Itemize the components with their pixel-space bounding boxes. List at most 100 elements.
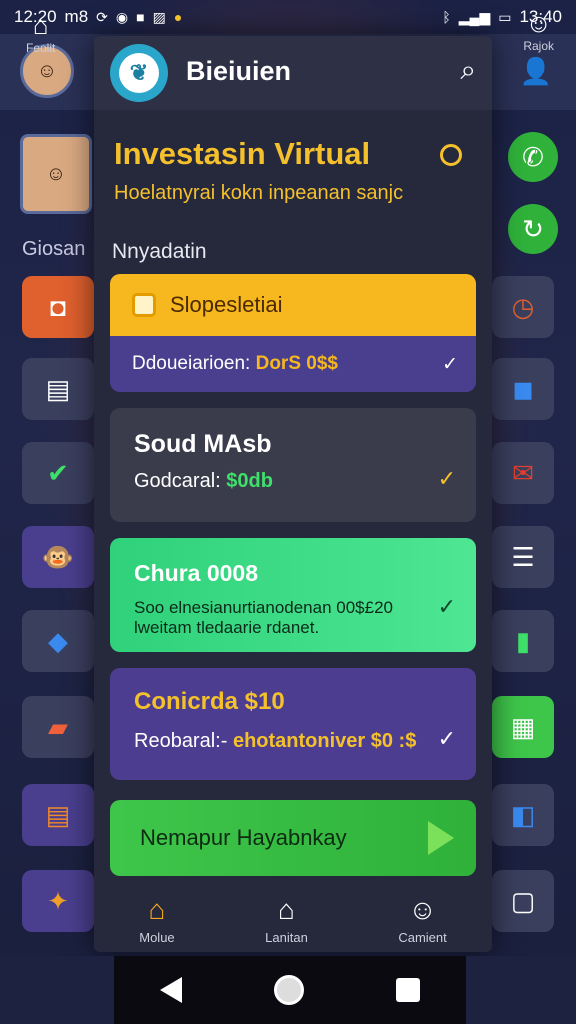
drawer-title: Bieiuien bbox=[186, 56, 292, 86]
notes-icon: ▤ bbox=[45, 799, 71, 830]
gift-icon: ⌂ bbox=[278, 893, 295, 925]
right-tile-sheet[interactable]: ▦ bbox=[492, 696, 554, 758]
card-1-value: DorS 0$$ bbox=[255, 353, 338, 374]
play-arrow-icon bbox=[428, 821, 454, 855]
bluetooth-icon: ᛒ bbox=[442, 9, 451, 25]
image-icon: ▨ bbox=[152, 8, 166, 25]
back-icon[interactable] bbox=[160, 977, 182, 1003]
refresh-icon: ↻ bbox=[522, 213, 544, 244]
app-logo: ❦ bbox=[110, 44, 168, 102]
nav-label-gift: Lanitan bbox=[265, 929, 308, 945]
battery-icon: ▭ bbox=[498, 8, 512, 25]
monkey-icon: 🐵 bbox=[41, 541, 75, 572]
left-tile-shield[interactable]: ◆ bbox=[22, 610, 94, 672]
right-tile-mail[interactable]: ✉ bbox=[492, 442, 554, 504]
bottom-right-label: Rajok bbox=[523, 39, 554, 53]
section-label: Nnyadatin bbox=[112, 240, 207, 263]
nav-item-gift[interactable]: ⌂ Lanitan bbox=[265, 894, 308, 945]
right-tile-wallet[interactable]: ◧ bbox=[492, 784, 554, 846]
left-tile-puzzle[interactable]: ✦ bbox=[22, 870, 94, 932]
invest-title: Investasin Virtual bbox=[114, 136, 371, 171]
status-bar: 12:20 m8 ⟳ ◉ ■ ▨ ● ᛒ ▂▄▆ ▭ 13:40 bbox=[0, 0, 576, 34]
card-1-line: Ddoueiarioen: DorS 0$$ bbox=[132, 353, 338, 375]
right-tile-chart[interactable]: ▮ bbox=[492, 610, 554, 672]
stack-icon: ☰ bbox=[511, 541, 535, 572]
bottom-left-label: Feolit bbox=[26, 41, 56, 55]
cube-icon: ◼ bbox=[512, 373, 534, 404]
chat-icon: ☺ bbox=[408, 893, 437, 925]
primary-action-button[interactable]: Nemapur Hayabnkay bbox=[110, 800, 476, 876]
nav-item-chat[interactable]: ☺ Camient bbox=[398, 894, 446, 945]
left-tile-monkey[interactable]: 🐵 bbox=[22, 526, 94, 588]
wallet-icon: ◧ bbox=[510, 799, 536, 830]
puzzle-icon: ✦ bbox=[47, 885, 69, 916]
card-4-title: Conicrda $10 bbox=[134, 688, 285, 715]
check-circle-icon: ✔ bbox=[47, 457, 69, 488]
left-tile-photo[interactable]: ▰ bbox=[22, 696, 94, 758]
card-4-label: Reobaral:- bbox=[134, 730, 228, 752]
home-button-icon[interactable] bbox=[274, 975, 304, 1005]
nav-label-home: Molue bbox=[139, 929, 175, 945]
sync-icon: ⟳ bbox=[96, 8, 108, 25]
shield-app-icon: ◆ bbox=[48, 625, 68, 656]
status-time-right: 13:40 bbox=[519, 7, 562, 26]
mail-icon: ✉ bbox=[512, 457, 534, 488]
cta-label: Nemapur Hayabnkay bbox=[140, 825, 347, 850]
right-tile-refresh[interactable]: ↻ bbox=[508, 204, 558, 254]
card-chip-icon bbox=[132, 293, 156, 317]
check-icon: ✓ bbox=[437, 594, 456, 619]
left-tile-notes[interactable]: ▤ bbox=[22, 784, 94, 846]
shield-icon: ◉ bbox=[115, 8, 129, 25]
option-card-2[interactable]: Soud MAsb Godcaral: $0db ✓ bbox=[110, 408, 476, 522]
status-right: ᛒ ▂▄▆ ▭ 13:40 bbox=[442, 7, 562, 27]
signal-icon: ▂▄▆ bbox=[458, 8, 491, 25]
option-card-1[interactable]: Slopesletiai Ddoueiarioen: DorS 0$$ ✓ bbox=[110, 274, 476, 392]
home-icon: ⌂ bbox=[148, 893, 166, 925]
card-2-value: $0db bbox=[226, 470, 273, 492]
lightning-icon: ● bbox=[173, 9, 183, 25]
drawer-bottom-nav: ⌂ Molue ⌂ Lanitan ☺ Camient bbox=[94, 886, 492, 952]
search-icon[interactable]: ⌕ bbox=[460, 54, 476, 87]
card-2-label: Godcaral: bbox=[134, 470, 221, 492]
right-tile-clock[interactable]: ◷ bbox=[492, 276, 554, 338]
contact-avatar[interactable]: ☺ bbox=[20, 134, 92, 214]
clock-icon: ◷ bbox=[511, 291, 535, 322]
spreadsheet-icon: ▦ bbox=[510, 711, 536, 742]
right-tile-stack[interactable]: ☰ bbox=[492, 526, 554, 588]
status-ring-icon bbox=[440, 144, 462, 166]
system-navigation-bar bbox=[114, 956, 466, 1024]
card-3-title: Chura 0008 bbox=[134, 560, 259, 586]
left-section-label: Giosan bbox=[22, 238, 86, 260]
chat-bubble-icon: ◘ bbox=[50, 291, 66, 322]
photo-icon: ▰ bbox=[48, 711, 68, 742]
window-icon: ▢ bbox=[510, 885, 536, 916]
left-tile-chat[interactable]: ◘ bbox=[22, 276, 94, 338]
nav-item-home[interactable]: ⌂ Molue bbox=[139, 894, 174, 945]
navigation-drawer: ❦ Bieiuien ⌕ Investasin Virtual Hoelatny… bbox=[94, 36, 492, 952]
card-1-title: Slopesletiai bbox=[170, 292, 283, 317]
card-3-description: Soo elnesianurtianodenan 00$£20 lweitam … bbox=[134, 598, 424, 638]
option-card-3[interactable]: Chura 0008 Soo elnesianurtianodenan 00$£… bbox=[110, 538, 476, 652]
phone-icon: ✆ bbox=[522, 141, 544, 172]
leaf-icon: ❦ bbox=[119, 53, 159, 93]
nav-label-chat: Camient bbox=[398, 929, 447, 945]
carrier-text: m8 bbox=[64, 7, 89, 26]
right-tile-phone[interactable]: ✆ bbox=[508, 132, 558, 182]
right-tile-window[interactable]: ▢ bbox=[492, 870, 554, 932]
card-4-value: ehotantoniver $0 :$ bbox=[232, 730, 417, 752]
card-1-label: Ddoueiarioen: bbox=[132, 353, 251, 374]
check-icon: ✓ bbox=[437, 726, 456, 751]
recent-apps-icon[interactable] bbox=[396, 978, 420, 1002]
option-card-4[interactable]: Conicrda $10 Reobaral:- ehotantoniver $0… bbox=[110, 668, 476, 780]
bar-chart-icon: ▮ bbox=[515, 625, 531, 656]
left-tile-docs[interactable]: ▤ bbox=[22, 358, 94, 420]
card-2-title: Soud MAsb bbox=[134, 430, 272, 458]
invest-subtitle: Hoelatnyrai kokn inpeanan sanjc bbox=[114, 182, 404, 204]
profile-icon[interactable]: 👤 bbox=[520, 56, 552, 87]
status-time: 12:20 bbox=[14, 7, 57, 26]
card-1-header: Slopesletiai bbox=[110, 274, 476, 336]
right-tile-cube[interactable]: ◼ bbox=[492, 358, 554, 420]
document-icon: ▤ bbox=[45, 373, 71, 404]
check-icon: ✓ bbox=[437, 466, 456, 491]
left-tile-check[interactable]: ✔ bbox=[22, 442, 94, 504]
